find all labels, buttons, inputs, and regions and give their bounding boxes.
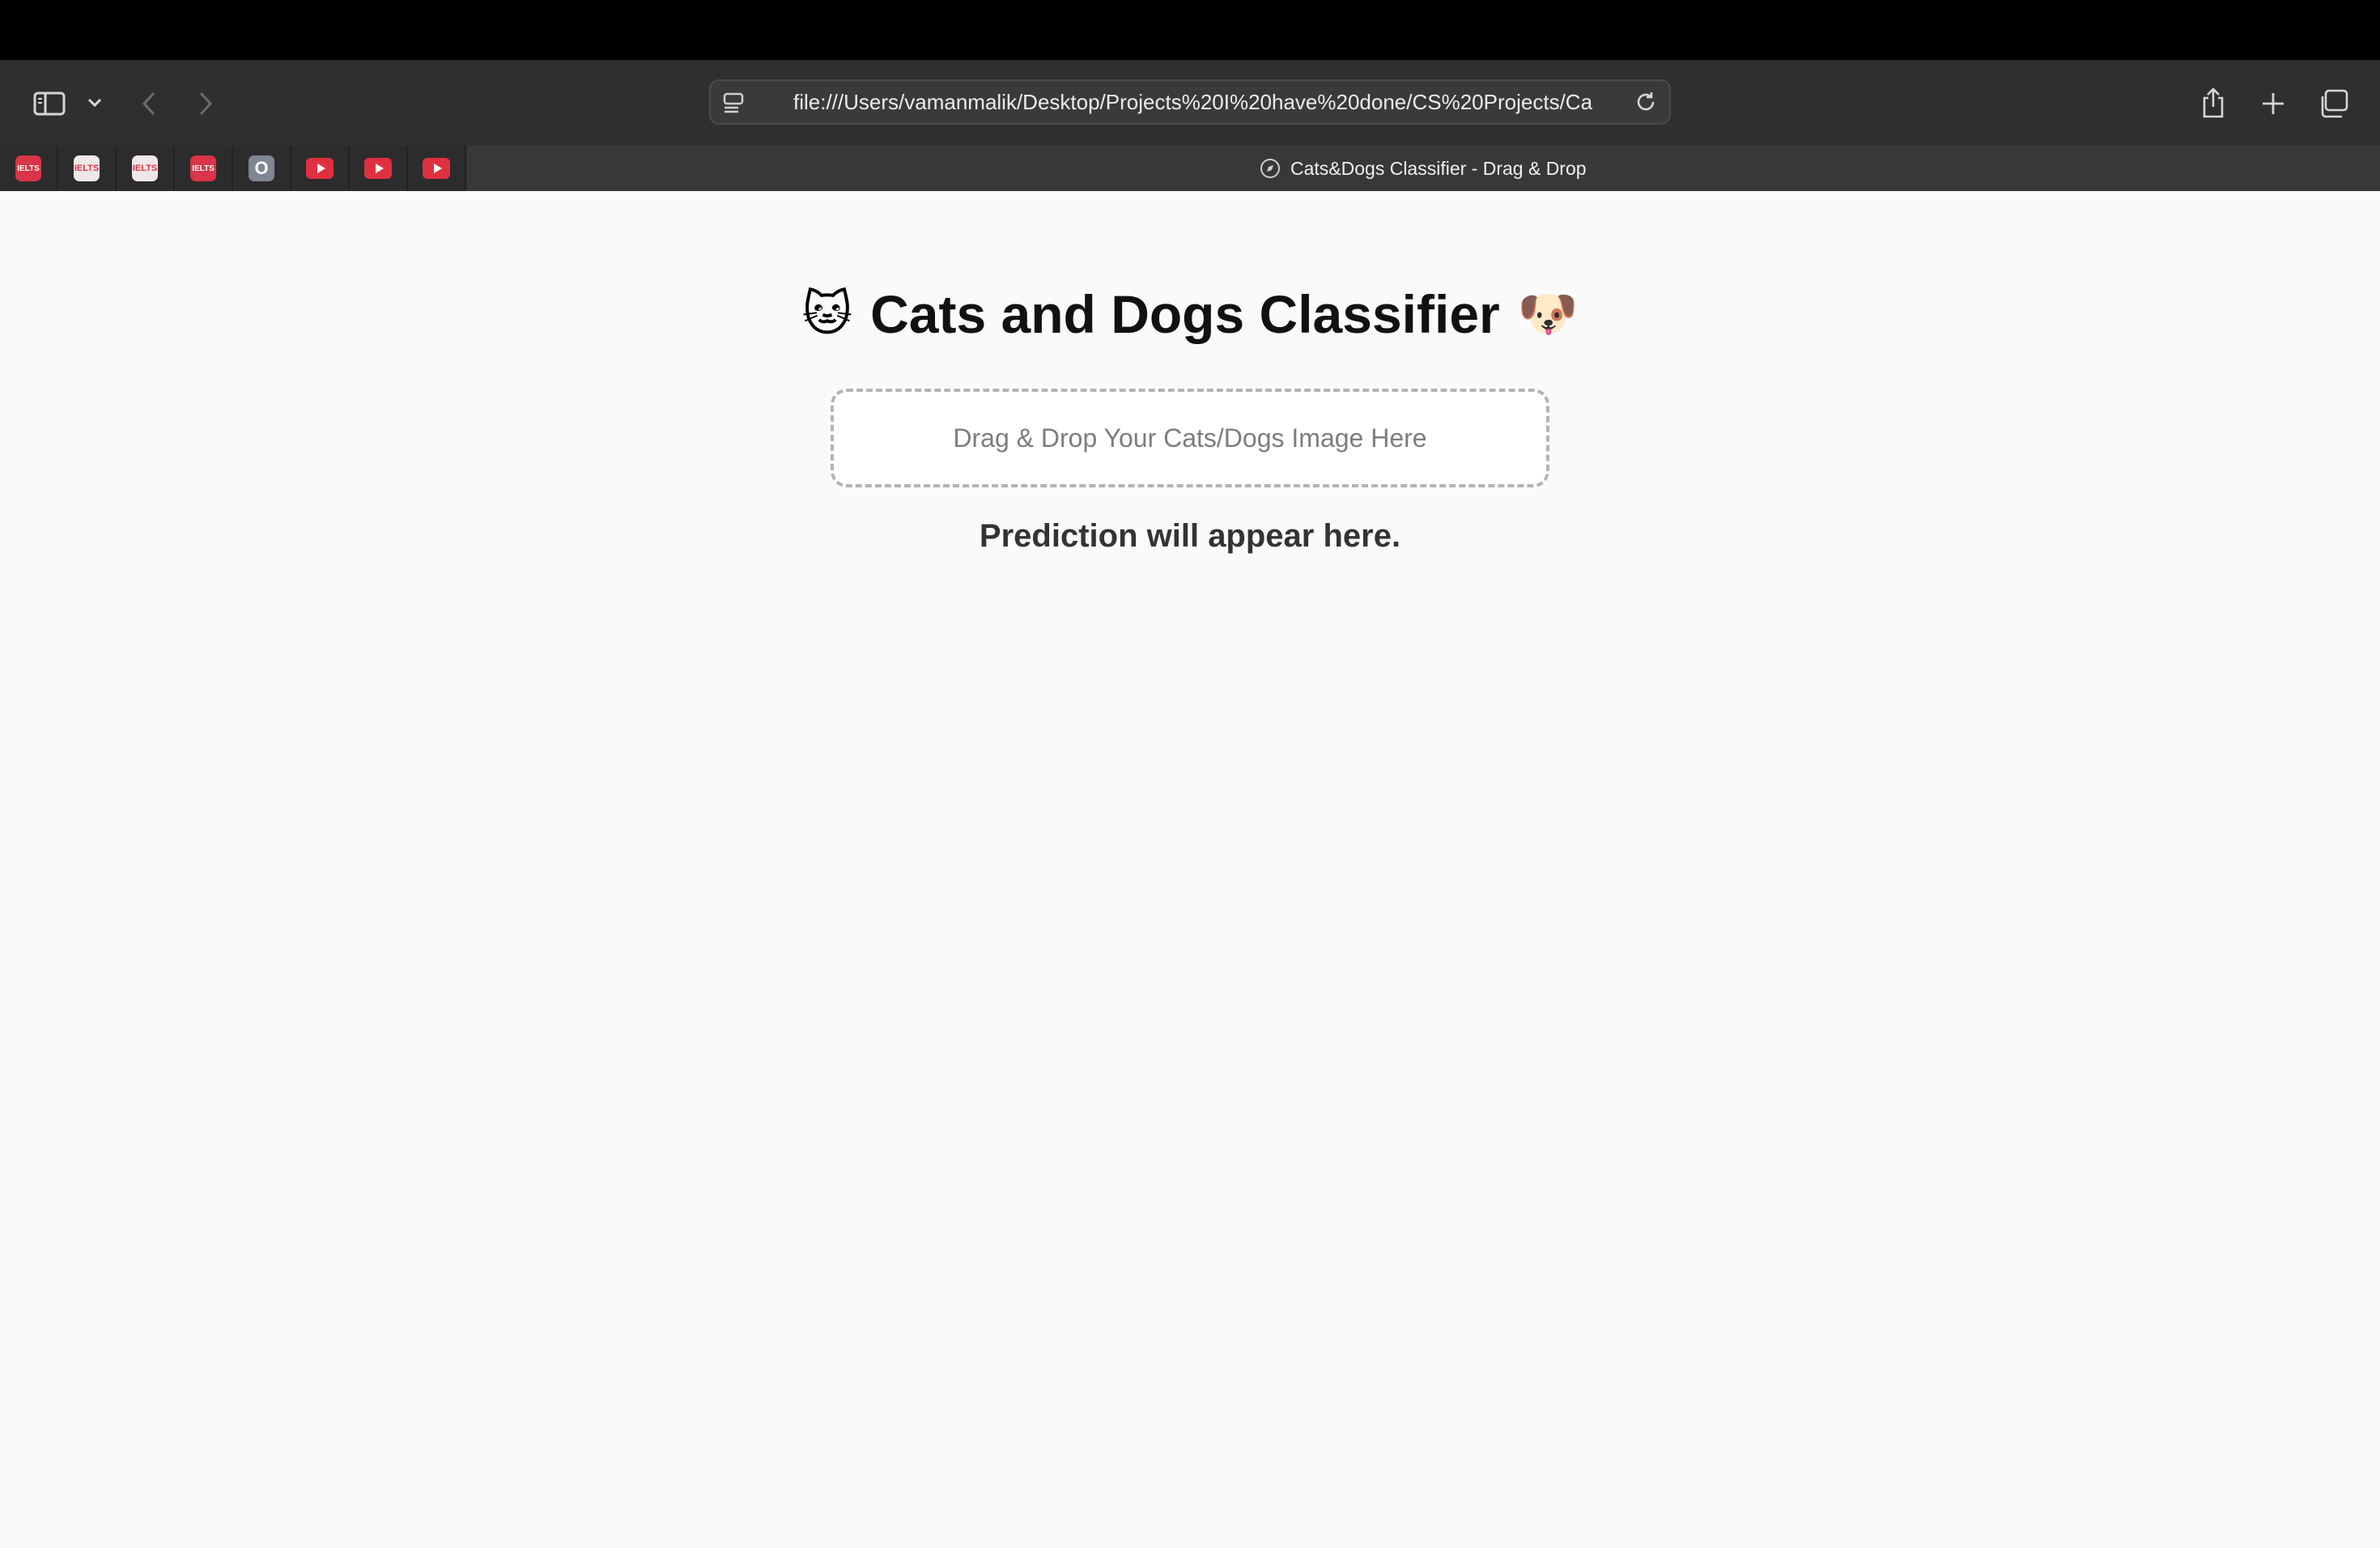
pinned-tab[interactable]: O [233,146,291,191]
dropzone-label: Drag & Drop Your Cats/Dogs Image Here [953,423,1427,453]
share-icon[interactable] [2195,84,2231,121]
ielts-icon: IELTS [190,155,216,181]
forward-icon[interactable] [194,87,217,120]
pinned-tab[interactable]: IELTS [175,146,233,191]
o-icon: O [249,155,274,181]
browser-toolbar: file:///Users/vamanmalik/Desktop/Project… [0,60,2380,146]
pinned-tab[interactable]: IELTS [117,146,175,191]
image-dropzone[interactable]: Drag & Drop Your Cats/Dogs Image Here [831,389,1549,487]
compass-icon [1260,158,1281,179]
tab-bar: IELTS IELTS IELTS IELTS O Cats&Dogs Clas… [0,146,2380,191]
chevron-down-icon[interactable] [84,91,105,115]
pinned-tab[interactable] [408,146,466,191]
active-tab-title: Cats&Dogs Classifier - Drag & Drop [1290,157,1587,179]
plus-icon[interactable] [2255,86,2291,121]
dog-emoji: 🐶 [1517,287,1579,341]
pinned-tab[interactable]: IELTS [58,146,117,191]
address-bar[interactable]: file:///Users/vamanmalik/Desktop/Project… [709,79,1671,125]
page-title-row: 🐱 Cats and Dogs Classifier 🐶 [0,283,2380,345]
ielts-icon: IELTS [132,155,158,181]
pinned-tab[interactable] [291,146,350,191]
youtube-icon [364,158,392,179]
ielts-icon: IELTS [74,155,100,181]
menu-bar [0,0,2380,60]
pinned-tabs: IELTS IELTS IELTS IELTS O [0,146,466,191]
back-icon[interactable] [138,87,160,120]
tabs-overview-icon[interactable] [2314,86,2352,121]
youtube-icon [306,158,334,179]
pinned-tab[interactable]: IELTS [0,146,58,191]
youtube-icon [423,158,450,179]
sidebar-icon[interactable] [31,87,68,120]
page-content: 🐱 Cats and Dogs Classifier 🐶 Drag & Drop… [0,191,2380,1548]
page-title: Cats and Dogs Classifier [870,284,1500,344]
active-tab[interactable]: Cats&Dogs Classifier - Drag & Drop [1260,146,1587,191]
pinned-tab[interactable] [350,146,408,191]
reload-icon[interactable] [1634,90,1661,117]
cat-emoji: 🐱 [801,287,853,341]
prediction-text: Prediction will appear here. [979,518,1401,554]
ielts-icon: IELTS [15,155,41,181]
page-menu-icon[interactable] [722,91,750,117]
url-field[interactable]: file:///Users/vamanmalik/Desktop/Project… [793,81,1603,123]
